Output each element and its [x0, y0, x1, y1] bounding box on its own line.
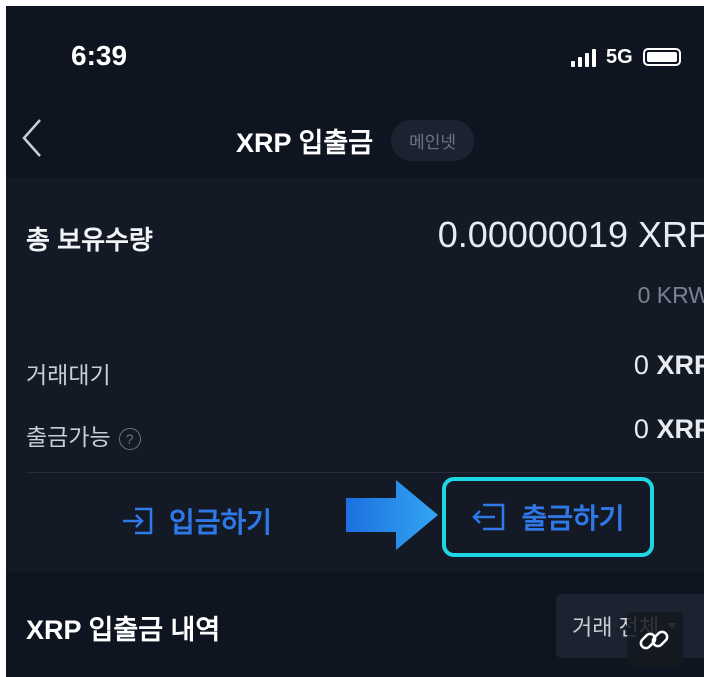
total-holdings-value: 0.00000019 XRP — [437, 214, 704, 255]
page-title-group: XRP 입출금 메인넷 — [236, 119, 474, 161]
network-badge: 메인넷 — [391, 119, 474, 161]
available-unit: XRP — [656, 414, 704, 444]
help-icon[interactable]: ? — [118, 427, 141, 450]
status-bar: 6:39 5G — [6, 6, 704, 98]
total-holdings-krw: 0 KRW — [637, 282, 704, 308]
status-time: 6:39 — [71, 40, 128, 71]
back-button[interactable] — [14, 116, 54, 160]
battery-icon — [642, 48, 681, 66]
history-section: XRP 입출금 내역 거래 전체 — [6, 572, 704, 677]
top-navbar: XRP 입출금 메인넷 — [6, 98, 704, 178]
status-indicators: 5G — [571, 42, 681, 72]
withdraw-button[interactable]: 출금하기 — [442, 477, 654, 557]
history-title: XRP 입출금 내역 — [26, 615, 221, 645]
network-type: 5G — [606, 45, 633, 68]
arrow-annotation — [346, 480, 438, 550]
app-screen: 6:39 5G XRP 입출금 메인넷 총 보유수량 0.00000019 XR… — [6, 6, 704, 677]
balance-summary: 총 보유수량 0.00000019 XRP 0 KRW 거래대기 0 XRP 출… — [6, 178, 704, 572]
pending-unit: XRP — [656, 350, 704, 380]
pending-label: 거래대기 — [26, 362, 111, 388]
withdraw-icon — [472, 503, 505, 531]
withdraw-label: 출금하기 — [521, 503, 625, 534]
deposit-button[interactable]: 입금하기 — [121, 496, 272, 546]
available-value: 0 XRP — [634, 414, 704, 445]
available-label: 출금가능 — [26, 424, 111, 450]
deposit-label: 입금하기 — [169, 507, 273, 538]
available-row-label: 출금가능? — [26, 418, 141, 452]
signal-icon — [571, 47, 596, 67]
back-chevron-icon — [22, 119, 41, 157]
deposit-icon — [123, 507, 153, 535]
total-holdings-label: 총 보유수량 — [26, 225, 153, 255]
pending-value: 0 XRP — [634, 350, 704, 381]
link-icon[interactable] — [627, 612, 683, 668]
pending-amount: 0 — [633, 350, 649, 380]
page-title: XRP 입출금 — [236, 127, 374, 158]
available-amount: 0 — [633, 414, 649, 444]
divider — [26, 472, 704, 473]
